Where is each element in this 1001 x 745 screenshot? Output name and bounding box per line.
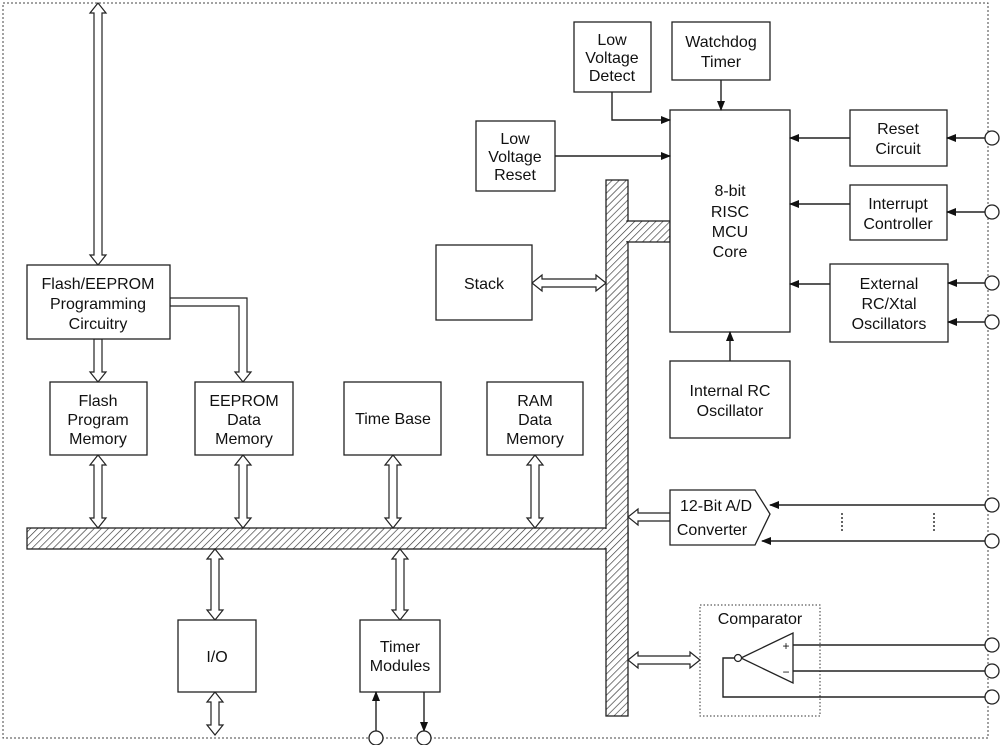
block-label: Oscillators <box>852 316 927 333</box>
comparator-bus-arrow <box>627 650 701 670</box>
internal-rc-oscillator-block: Internal RC Oscillator <box>669 360 791 439</box>
io-bus-arrow <box>205 548 225 621</box>
pin-comp-plus <box>984 637 1000 653</box>
block-label: EEPROM <box>209 393 278 410</box>
stack-bus-arrow <box>531 273 607 293</box>
adc-bus-arrow <box>627 507 671 527</box>
comparator-block: Comparator + − <box>699 604 821 717</box>
flash-eeprom-programming-block: Flash/EEPROM Programming Circuitry <box>26 264 171 340</box>
block-label: External <box>860 276 919 293</box>
block-label: Modules <box>370 658 430 675</box>
block-label: Memory <box>506 431 564 448</box>
block-label: RC/Xtal <box>861 296 916 313</box>
horizontal-data-bus <box>26 527 629 550</box>
low-voltage-detect-block: Low Voltage Detect <box>573 21 652 93</box>
block-label: Oscillator <box>697 403 764 420</box>
block-label: Detect <box>589 68 636 85</box>
bus-to-mcu-branch <box>626 220 671 243</box>
block-label: Data <box>227 412 261 429</box>
block-label: Memory <box>215 431 273 448</box>
block-label: 8-bit <box>714 183 746 200</box>
pin-reset <box>984 130 1000 146</box>
low-voltage-reset-block: Low Voltage Reset <box>475 120 556 192</box>
block-label: RISC <box>711 204 749 221</box>
block-label: Flash/EEPROM <box>42 276 155 293</box>
prog-external-arrow <box>88 2 108 266</box>
ram-data-memory-block: RAM Data Memory <box>486 381 584 456</box>
block-label: Interrupt <box>868 196 928 213</box>
minus-input-label: − <box>782 665 789 679</box>
block-label: Stack <box>464 276 505 293</box>
time-base-block: Time Base <box>343 381 442 456</box>
block-label: Low <box>500 131 530 148</box>
io-block: I/O <box>177 619 257 693</box>
eeprom-data-memory-block: EEPROM Data Memory <box>194 381 294 456</box>
pin-interrupt <box>984 204 1000 220</box>
watchdog-timer-block: Watchdog Timer <box>671 21 771 81</box>
stack-block: Stack <box>435 244 533 321</box>
block-label: Comparator <box>718 611 803 628</box>
reset-circuit-block: Reset Circuit <box>849 109 948 167</box>
timer-bus-arrow <box>390 548 410 621</box>
flash-bus-arrow <box>88 454 108 529</box>
block-label: RAM <box>517 393 553 410</box>
block-label: Data <box>518 412 552 429</box>
block-label: Circuit <box>875 141 921 158</box>
block-label: I/O <box>206 649 227 666</box>
block-label: Circuitry <box>69 316 128 333</box>
block-label: Time Base <box>355 411 431 428</box>
block-label: Reset <box>494 167 536 184</box>
ad-converter-block: 12-Bit A/D Converter <box>669 489 771 546</box>
pin-comp-out <box>984 689 1000 705</box>
block-label: Reset <box>877 121 919 138</box>
block-label: Voltage <box>488 149 541 166</box>
interrupt-controller-block: Interrupt Controller <box>849 184 948 241</box>
block-label: Programming <box>50 296 146 313</box>
pin-adc-1 <box>984 497 1000 513</box>
io-external-arrow <box>205 691 225 736</box>
block-label: Timer <box>701 54 742 71</box>
block-label: Voltage <box>585 50 638 67</box>
vertical-data-bus <box>605 179 629 717</box>
block-label: Timer <box>380 639 421 656</box>
plus-input-label: + <box>782 639 789 653</box>
timebase-bus-arrow <box>383 454 403 529</box>
ram-bus-arrow <box>525 454 545 529</box>
inverting-bubble <box>733 653 743 663</box>
pin-adc-n <box>984 533 1000 549</box>
timer-modules-block: Timer Modules <box>359 619 441 693</box>
prog-to-flash-arrow <box>88 338 108 383</box>
block-label: MCU <box>712 224 748 241</box>
block-label: Core <box>713 244 748 261</box>
chip-boundary <box>2 2 989 739</box>
block-label: Watchdog <box>685 34 756 51</box>
block-label: Program <box>67 412 128 429</box>
pin-timer-in <box>368 730 384 745</box>
block-label: Controller <box>863 216 933 233</box>
block-label: Flash <box>78 393 117 410</box>
flash-program-memory-block: Flash Program Memory <box>49 381 148 456</box>
block-label: Converter <box>677 522 748 539</box>
block-label: Memory <box>69 431 127 448</box>
block-label: Internal RC <box>690 383 771 400</box>
pin-osc2 <box>984 314 1000 330</box>
block-label: Low <box>597 32 627 49</box>
prog-to-eeprom-arrow <box>169 297 253 383</box>
external-oscillator-block: External RC/Xtal Oscillators <box>829 263 949 343</box>
pin-osc1 <box>984 275 1000 291</box>
block-diagram: Flash/EEPROM Programming Circuitry Flash… <box>2 2 1000 745</box>
pin-timer-out <box>416 730 432 745</box>
pin-comp-minus <box>984 663 1000 679</box>
block-label: 12-Bit A/D <box>680 498 752 515</box>
eeprom-bus-arrow <box>233 454 253 529</box>
mcu-core-block: 8-bit RISC MCU Core <box>669 109 791 333</box>
